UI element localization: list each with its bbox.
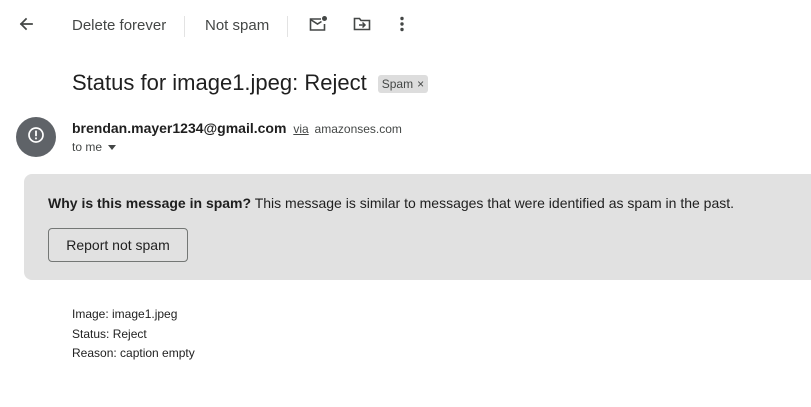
toolbar-divider xyxy=(287,16,288,37)
spam-warning-banner: Why is this message in spam? This messag… xyxy=(24,174,811,280)
body-line-reason: Reason: caption empty xyxy=(72,346,195,360)
body-line-status: Status: Reject xyxy=(72,326,147,341)
subject-row: Status for image1.jpeg: Reject Spam × xyxy=(72,70,429,96)
sender-email[interactable]: brendan.mayer1234@gmail.com xyxy=(72,120,286,136)
chevron-down-icon xyxy=(108,145,117,150)
recipient-details-toggle[interactable]: to me xyxy=(72,140,117,154)
not-spam-button[interactable]: Not spam xyxy=(205,17,269,34)
spam-label-chip[interactable]: Spam × xyxy=(377,75,429,93)
move-to-folder-icon xyxy=(353,16,371,37)
report-not-spam-button[interactable]: Report not spam xyxy=(48,228,188,262)
via-domain: amazonses.com xyxy=(314,122,402,136)
message-subject: Status for image1.jpeg: Reject xyxy=(72,70,367,95)
mark-unread-icon xyxy=(308,15,328,38)
spam-warning-question: Why is this message in spam? xyxy=(48,195,252,211)
mark-unread-button[interactable] xyxy=(306,14,330,38)
remove-label-icon[interactable]: × xyxy=(417,77,424,91)
recipient-text: to me xyxy=(72,140,103,154)
spam-warning-explanation: This message is similar to messages that… xyxy=(251,195,735,211)
message-toolbar: Delete forever Not spam xyxy=(0,0,811,52)
message-body: Image: image1.jpeg Status: Reject Reason… xyxy=(72,305,195,364)
spam-label-text: Spam xyxy=(381,77,414,91)
back-button[interactable] xyxy=(14,14,38,38)
toolbar-divider xyxy=(184,16,185,37)
more-vertical-icon xyxy=(400,16,404,37)
delete-forever-button[interactable]: Delete forever xyxy=(72,17,166,34)
sender-row: brendan.mayer1234@gmail.com via amazonse… xyxy=(72,120,402,136)
more-options-button[interactable] xyxy=(390,14,414,38)
alert-icon xyxy=(27,126,45,149)
avatar xyxy=(16,117,56,157)
body-line-image: Image: image1.jpeg xyxy=(72,307,178,321)
spam-warning-text: Why is this message in spam? This messag… xyxy=(48,195,734,211)
arrow-left-icon xyxy=(18,16,34,37)
via-link[interactable]: via xyxy=(293,122,308,136)
move-to-button[interactable] xyxy=(350,14,374,38)
